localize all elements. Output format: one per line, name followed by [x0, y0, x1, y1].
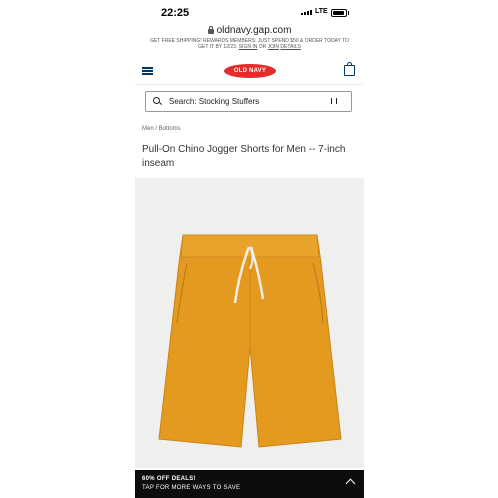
- product-image[interactable]: [135, 178, 364, 468]
- details-link[interactable]: details: [280, 44, 300, 50]
- address-bar[interactable]: oldnavy.gap.com: [135, 23, 364, 37]
- old-navy-logo[interactable]: OLD NAVY: [224, 64, 276, 78]
- signal-icon: [301, 10, 312, 15]
- menu-icon[interactable]: [142, 67, 153, 75]
- search-input[interactable]: Search: Stocking Stuffers: [145, 91, 352, 112]
- sign-in-link[interactable]: SIGN IN: [239, 44, 258, 50]
- deals-bar[interactable]: 60% OFF DEALS! TAP FOR MORE WAYS TO SAVE: [135, 470, 364, 498]
- battery-icon: [331, 9, 349, 17]
- join-link[interactable]: JOIN: [268, 44, 279, 50]
- breadcrumb[interactable]: Men / Bottoms: [142, 126, 181, 132]
- search-icon: [153, 97, 160, 104]
- network-label: LTE: [315, 8, 328, 15]
- shorts-image: [158, 234, 342, 448]
- status-bar: 22:25 LTE: [135, 0, 364, 22]
- chevron-up-icon[interactable]: [345, 478, 356, 489]
- promo-banner: GET FREE SHIPPING! REWARDS MEMBERS: JUST…: [135, 38, 364, 52]
- product-title: Pull-On Chino Jogger Shorts for Men -- 7…: [142, 144, 346, 169]
- deals-title: 60% OFF DEALS!: [142, 476, 196, 482]
- pause-icon[interactable]: [331, 98, 337, 104]
- promo-line-2: GET IT BY 12/23. SIGN IN OR JOIN details: [198, 44, 301, 50]
- phone-screen: 22:25 LTE oldnavy.gap.com GET FREE SHIPP…: [135, 0, 364, 498]
- site-header: OLD NAVY: [135, 58, 364, 85]
- deals-subtitle: TAP FOR MORE WAYS TO SAVE: [142, 485, 241, 491]
- shopping-bag-icon[interactable]: [344, 62, 355, 76]
- lock-icon: [207, 25, 214, 34]
- search-label: Search: Stocking Stuffers: [169, 97, 260, 106]
- url-text: oldnavy.gap.com: [216, 24, 292, 36]
- status-time: 22:25: [161, 7, 190, 19]
